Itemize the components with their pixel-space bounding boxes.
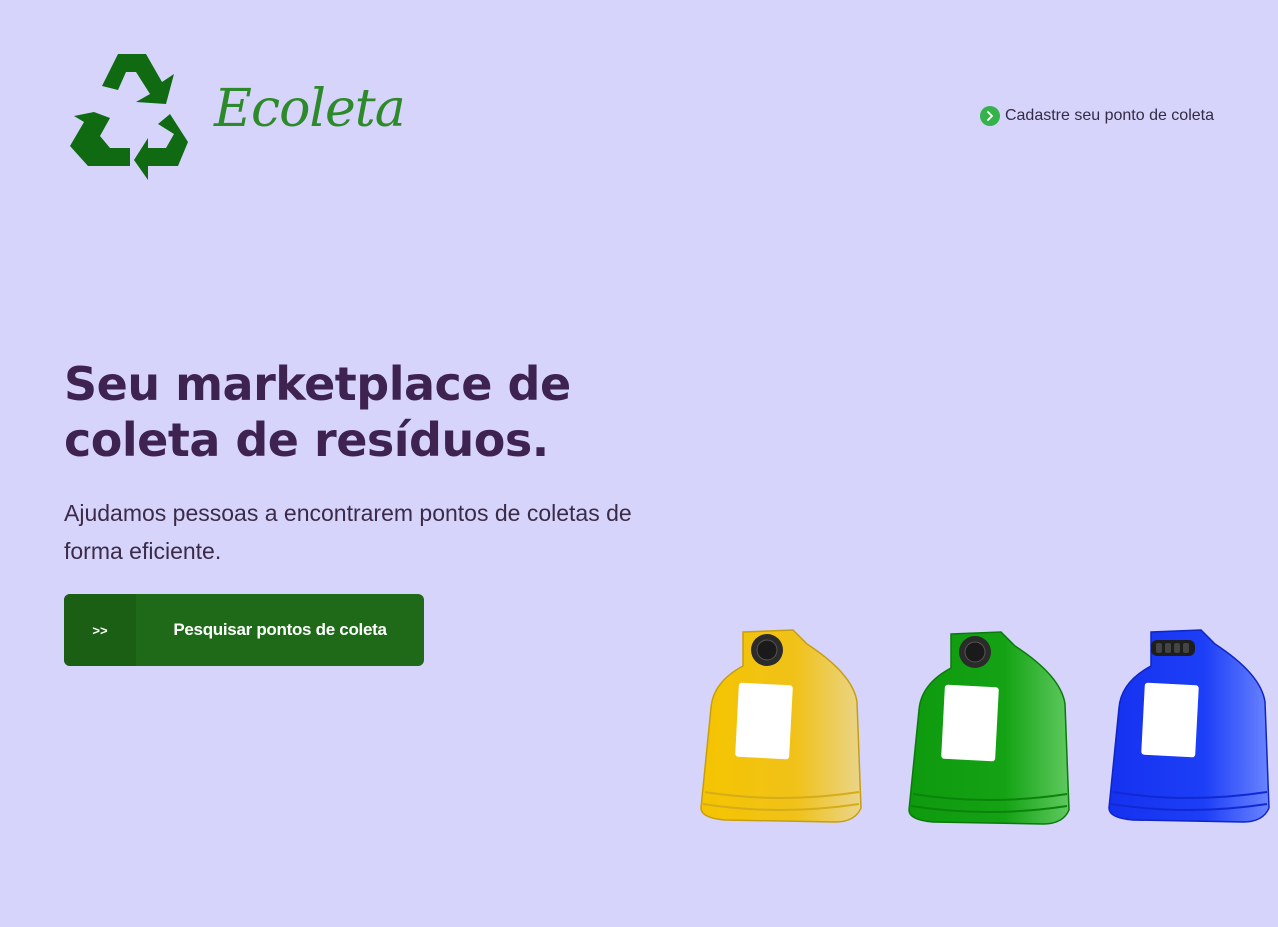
search-button-label: Pesquisar pontos de coleta (173, 620, 387, 639)
recycle-icon (70, 54, 188, 180)
recycling-bins-illustration (695, 622, 1275, 837)
logo[interactable]: Ecoleta (66, 50, 406, 182)
logo-text: Ecoleta (214, 79, 406, 139)
hero-title-line2: coleta de resíduos. (64, 413, 549, 467)
yellow-bin (700, 629, 862, 823)
hero: Seu marketplace de coleta de resíduos. A… (64, 356, 684, 570)
double-arrow-icon: >> (64, 594, 136, 666)
blue-bin (1108, 629, 1270, 823)
register-collection-point-link[interactable]: Cadastre seu ponto de coleta (979, 106, 1214, 126)
register-collection-point-label: Cadastre seu ponto de coleta (1004, 107, 1214, 124)
hero-title-line1: Seu marketplace de (64, 357, 571, 411)
search-collection-points-button[interactable]: >> Pesquisar pontos de coleta (64, 594, 424, 666)
hero-description: Ajudamos pessoas a encontrarem pontos de… (64, 500, 632, 564)
hero-title: Seu marketplace de coleta de resíduos. (64, 356, 684, 468)
green-bin (908, 631, 1070, 825)
chevron-right-icon (979, 106, 1000, 126)
